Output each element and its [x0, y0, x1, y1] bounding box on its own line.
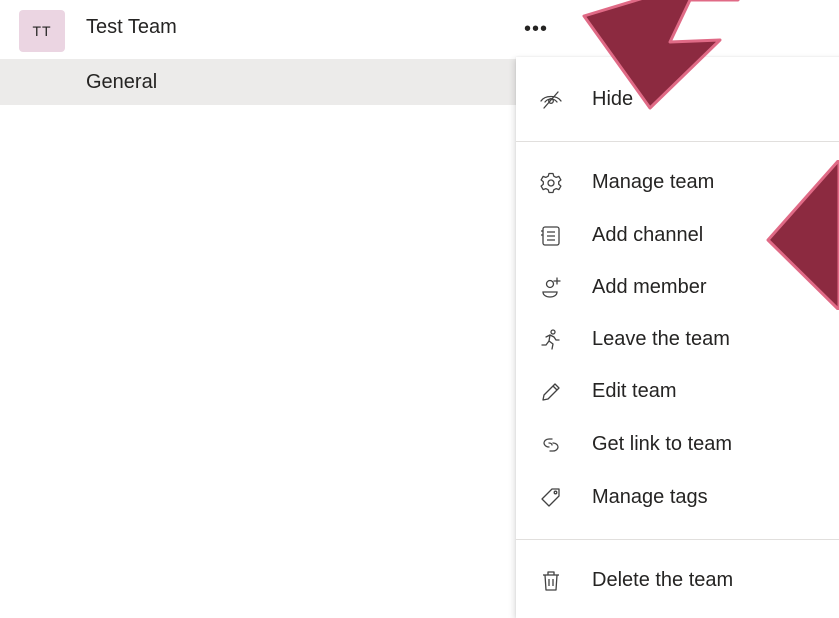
channel-name: General: [86, 71, 158, 93]
annotation-arrow-down: [582, 0, 740, 110]
menu-label-manage-team: Manage team: [592, 171, 715, 193]
menu-label-edit-team: Edit team: [592, 380, 677, 402]
tag-icon: [538, 485, 564, 511]
menu-item-delete-team[interactable]: Delete the team: [516, 556, 839, 606]
menu-label-add-member: Add member: [592, 276, 707, 298]
pencil-icon: [538, 379, 564, 405]
eye-slash-icon: [538, 87, 564, 113]
team-row[interactable]: TT Test Team •••: [0, 0, 583, 57]
running-person-icon: [538, 327, 564, 353]
menu-divider: [516, 141, 839, 142]
menu-item-manage-tags[interactable]: Manage tags: [516, 473, 839, 523]
link-icon: [538, 432, 564, 458]
menu-item-get-link[interactable]: Get link to team: [516, 420, 839, 470]
add-person-icon: [538, 275, 564, 301]
menu-item-edit-team[interactable]: Edit team: [516, 367, 839, 417]
more-options-button[interactable]: •••: [516, 12, 556, 46]
menu-item-leave-team[interactable]: Leave the team: [516, 315, 839, 365]
channel-list-icon: [538, 223, 564, 249]
menu-label-add-channel: Add channel: [592, 224, 704, 246]
menu-label-delete-team: Delete the team: [592, 569, 734, 591]
gear-icon: [538, 170, 564, 196]
menu-label-manage-tags: Manage tags: [592, 486, 708, 508]
menu-label-get-link: Get link to team: [592, 433, 733, 455]
trash-icon: [538, 568, 564, 594]
annotation-arrow-left: [766, 160, 839, 310]
team-name: Test Team: [86, 16, 177, 38]
team-avatar: TT: [19, 10, 65, 52]
menu-label-leave-team: Leave the team: [592, 328, 730, 350]
team-context-menu: Hide Manage team Add channel Add member …: [516, 57, 839, 618]
channel-row-general[interactable]: General: [0, 59, 583, 105]
menu-divider: [516, 539, 839, 540]
